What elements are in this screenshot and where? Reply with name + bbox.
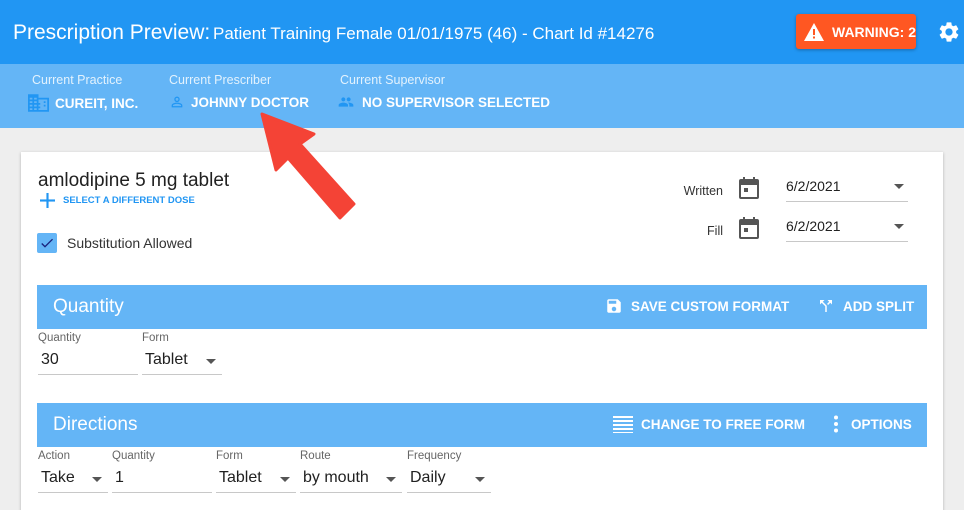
warning-button[interactable]: WARNING: 2 bbox=[796, 14, 916, 49]
route-value: by mouth bbox=[303, 469, 369, 486]
directions-section-header: Directions CHANGE TO FREE FORM OPTIONS bbox=[37, 403, 927, 447]
frequency-value: Daily bbox=[410, 469, 446, 486]
chevron-down-icon bbox=[92, 477, 102, 482]
check-icon bbox=[41, 238, 53, 248]
prescriber-label: Current Prescriber bbox=[169, 73, 272, 87]
red-arrow-annotation bbox=[260, 112, 356, 220]
form-label: Form bbox=[142, 332, 169, 344]
current-supervisor: Current Supervisor NO SUPERVISOR SELECTE… bbox=[338, 73, 551, 110]
split-icon bbox=[820, 300, 832, 312]
practice-selector[interactable]: CUREIT, INC. bbox=[28, 94, 138, 112]
quantity-input[interactable]: 30 bbox=[38, 348, 138, 375]
substitution-label: Substitution Allowed bbox=[67, 235, 193, 251]
chevron-down-icon bbox=[280, 477, 290, 482]
fill-date-select[interactable]: 6/2/2021 bbox=[786, 212, 908, 242]
save-custom-format-label: SAVE CUSTOM FORMAT bbox=[631, 298, 790, 314]
app-header: Prescription Preview: Patient Training F… bbox=[0, 0, 964, 64]
patient-info: Patient Training Female 01/01/1975 (46) … bbox=[213, 24, 655, 43]
quantity-value: 30 bbox=[41, 351, 59, 368]
add-split-button[interactable]: ADD SPLIT bbox=[817, 297, 914, 315]
route-select[interactable]: by mouth bbox=[300, 466, 402, 493]
change-to-free-form-button[interactable]: CHANGE TO FREE FORM bbox=[613, 415, 805, 433]
directions-form-field: Form Tablet bbox=[216, 450, 296, 493]
form-select[interactable]: Tablet bbox=[142, 348, 222, 375]
practice-label: Current Practice bbox=[32, 73, 123, 87]
page-title: Prescription Preview: bbox=[13, 21, 211, 44]
form-value: Tablet bbox=[145, 351, 188, 368]
directions-form-value: Tablet bbox=[219, 469, 262, 486]
warning-icon bbox=[804, 22, 824, 41]
gear-icon[interactable] bbox=[937, 20, 961, 44]
quantity-section-header: Quantity SAVE CUSTOM FORMAT ADD SPLIT bbox=[37, 285, 927, 329]
warning-label: WARNING: 2 bbox=[832, 23, 916, 40]
select-dose-label: SELECT A DIFFERENT DOSE bbox=[63, 195, 195, 206]
quantity-field: Quantity 30 bbox=[38, 332, 138, 375]
directions-quantity-label: Quantity bbox=[112, 450, 155, 462]
quantity-section-title: Quantity bbox=[53, 296, 124, 317]
building-icon bbox=[28, 94, 49, 112]
chevron-down-icon bbox=[475, 477, 485, 482]
chevron-down-icon bbox=[386, 477, 396, 482]
frequency-label: Frequency bbox=[407, 450, 462, 462]
practice-bar: Current Practice CUREIT, INC. Current Pr… bbox=[0, 64, 964, 128]
text-lines-icon bbox=[613, 416, 633, 433]
frequency-select[interactable]: Daily bbox=[407, 466, 491, 493]
options-label: OPTIONS bbox=[851, 416, 912, 432]
written-date-select[interactable]: 6/2/2021 bbox=[786, 172, 908, 202]
save-custom-format-button[interactable]: SAVE CUSTOM FORMAT bbox=[605, 297, 789, 315]
change-to-free-form-label: CHANGE TO FREE FORM bbox=[641, 416, 806, 432]
chevron-down-icon bbox=[894, 184, 904, 189]
options-button[interactable]: OPTIONS bbox=[829, 415, 912, 433]
chevron-down-icon bbox=[206, 359, 216, 364]
plus-icon bbox=[40, 193, 55, 208]
directions-form-label: Form bbox=[216, 450, 243, 462]
route-field: Route by mouth bbox=[300, 450, 402, 493]
directions-quantity-input[interactable]: 1 bbox=[112, 466, 212, 493]
current-practice: Current Practice CUREIT, INC. bbox=[28, 73, 138, 112]
directions-form-select[interactable]: Tablet bbox=[216, 466, 296, 493]
add-split-label: ADD SPLIT bbox=[843, 298, 915, 314]
action-value: Take bbox=[41, 469, 75, 486]
supervisor-label: Current Supervisor bbox=[340, 73, 445, 87]
frequency-field: Frequency Daily bbox=[407, 450, 491, 493]
substitution-allowed: Substitution Allowed bbox=[37, 233, 192, 253]
save-icon bbox=[607, 299, 621, 313]
fill-date-value: 6/2/2021 bbox=[786, 218, 841, 234]
directions-section-title: Directions bbox=[53, 414, 138, 435]
substitution-checkbox[interactable] bbox=[37, 233, 57, 253]
supervisor-value: NO SUPERVISOR SELECTED bbox=[362, 94, 551, 110]
quantity-label: Quantity bbox=[38, 332, 81, 344]
select-dose-link[interactable]: SELECT A DIFFERENT DOSE bbox=[40, 193, 195, 208]
current-prescriber: Current Prescriber JOHNNY DOCTOR bbox=[169, 73, 309, 110]
calendar-icon[interactable] bbox=[739, 177, 759, 199]
fill-label: Fill bbox=[707, 224, 723, 238]
form-field: Form Tablet bbox=[142, 332, 222, 375]
drug-name: amlodipine 5 mg tablet bbox=[38, 170, 230, 191]
directions-quantity-value: 1 bbox=[115, 469, 124, 486]
written-label: Written bbox=[683, 184, 723, 198]
directions-quantity-field: Quantity 1 bbox=[112, 450, 212, 493]
calendar-icon[interactable] bbox=[739, 217, 759, 239]
written-date-value: 6/2/2021 bbox=[786, 178, 841, 194]
action-field: Action Take bbox=[38, 450, 108, 493]
chevron-down-icon bbox=[894, 224, 904, 229]
action-label: Action bbox=[38, 450, 70, 462]
person-icon bbox=[171, 96, 183, 108]
action-select[interactable]: Take bbox=[38, 466, 108, 493]
route-label: Route bbox=[300, 450, 331, 462]
practice-value: CUREIT, INC. bbox=[55, 95, 139, 111]
more-vert-icon bbox=[834, 415, 838, 433]
